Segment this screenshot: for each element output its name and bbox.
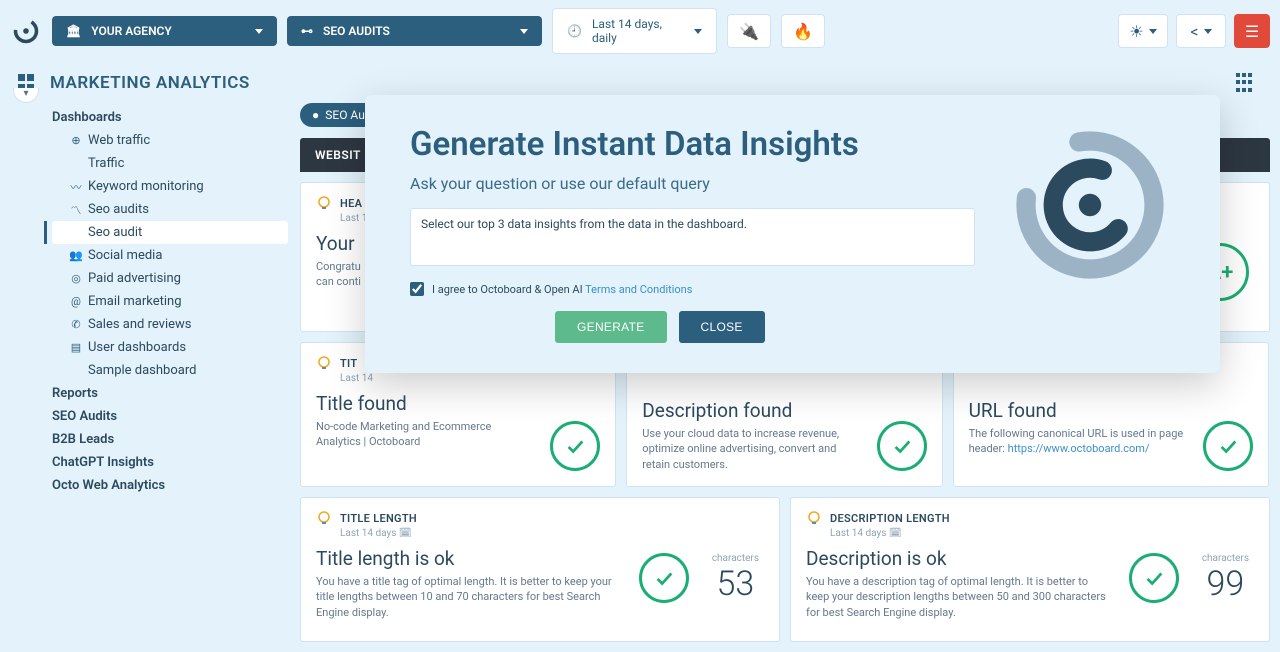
sidebar-head-octo-web[interactable]: Octo Web Analytics	[52, 474, 288, 497]
check-icon	[1129, 553, 1179, 603]
agency-dropdown[interactable]: 🏛 YOUR AGENCY	[52, 16, 277, 46]
daterange-dropdown[interactable]: 🕘 Last 14 days, daily	[552, 8, 717, 54]
card-date: Last 14 days 🗓	[806, 528, 1254, 539]
terms-link[interactable]: Terms and Conditions	[585, 283, 692, 296]
count-display: characters 99	[1202, 553, 1249, 604]
card-description-length: DESCRIPTION LENGTH Last 14 days 🗓 Descri…	[790, 497, 1270, 642]
character-count: 53	[712, 564, 759, 604]
header-right-group: ☀ < ☰	[1118, 14, 1270, 48]
chevron-down-icon	[1204, 29, 1212, 34]
sidebar-head-dashboards[interactable]: Dashboards	[52, 106, 288, 129]
card-body: No-code Marketing and Ecommerce Analytic…	[316, 419, 516, 450]
plug-icon: 🔌	[739, 22, 759, 41]
bulb-icon	[806, 510, 822, 526]
grid-icon[interactable]	[1236, 73, 1256, 93]
phone-icon: ✆	[70, 319, 82, 331]
sidebar-head-chatgpt[interactable]: ChatGPT Insights	[52, 451, 288, 474]
menu-button[interactable]: ☰	[1234, 14, 1270, 48]
agree-checkbox[interactable]	[410, 282, 424, 296]
at-icon: @	[70, 296, 82, 308]
app-logo	[10, 15, 42, 47]
chevron-down-icon	[520, 29, 528, 34]
agree-checkbox-label[interactable]: I agree to Octoboard & Open AI Terms and…	[410, 282, 975, 296]
chevron-down-icon	[694, 29, 702, 34]
sidebar-item-social[interactable]: 👥Social media	[52, 244, 288, 267]
chevron-down-icon	[1149, 29, 1157, 34]
flame-button[interactable]: 🔥	[781, 14, 825, 48]
card-date: Last 14 days 🗓	[316, 528, 764, 539]
card-body: You have a description tag of optimal le…	[806, 574, 1106, 620]
sidebar-item-sample[interactable]: Sample dashboard	[52, 359, 288, 382]
sidebar-item-seo-audit[interactable]: Seo audit	[52, 221, 288, 244]
top-header: 🏛 YOUR AGENCY ⊷ SEO AUDITS 🕘 Last 14 day…	[0, 0, 1280, 62]
check-icon	[1203, 421, 1253, 471]
burger-icon: ☰	[1245, 22, 1259, 41]
card-date: Last 14	[316, 373, 600, 384]
theme-dropdown[interactable]: ☀	[1118, 14, 1168, 48]
generate-button[interactable]: GENERATE	[555, 311, 667, 343]
card-heading: URL found	[969, 399, 1253, 422]
connector-icon: ⊷	[301, 24, 313, 38]
file-icon: ▤	[70, 342, 82, 354]
sidebar-item-keyword[interactable]: 〰Keyword monitoring	[52, 175, 288, 198]
workspace-dropdown[interactable]: ⊷ SEO AUDITS	[287, 16, 542, 46]
target-icon: ◎	[70, 273, 82, 285]
sidebar-head-reports[interactable]: Reports	[52, 382, 288, 405]
daterange-label: Last 14 days, daily	[592, 17, 684, 45]
bank-icon: 🏛	[66, 24, 81, 38]
bulb-icon	[316, 355, 332, 371]
canonical-url-link[interactable]: https://www.octoboard.com/	[1008, 442, 1150, 455]
card-heading: Title found	[316, 392, 600, 415]
card-body: Use your cloud data to increase revenue,…	[642, 426, 862, 472]
share-dropdown[interactable]: <	[1176, 14, 1226, 48]
card-body: You have a title tag of optimal length. …	[316, 574, 616, 620]
chevron-down-icon	[255, 29, 263, 34]
share-icon: <	[1190, 22, 1198, 41]
chart-icon: 〰	[70, 181, 82, 193]
globe-icon: ⊕	[70, 135, 82, 147]
plug-button[interactable]: 🔌	[727, 14, 771, 48]
card-heading: Description is ok	[806, 547, 1254, 570]
calendar-icon: 🗓	[399, 528, 412, 539]
agency-label: YOUR AGENCY	[91, 24, 172, 38]
check-icon	[877, 421, 927, 471]
card-title-length: TITLE LENGTH Last 14 days 🗓 Title length…	[300, 497, 780, 642]
pulse-icon: 〽	[70, 204, 82, 216]
sidebar-head-seo-audits[interactable]: SEO Audits	[52, 405, 288, 428]
people-icon: 👥	[70, 250, 82, 262]
modal-logo	[1005, 125, 1175, 343]
modal-subtitle: Ask your question or use our default que…	[410, 174, 975, 193]
calendar-icon: 🗓	[889, 528, 902, 539]
sun-icon: ☀	[1129, 22, 1143, 41]
sidebar-head-b2b[interactable]: B2B Leads	[52, 428, 288, 451]
sidebar-item-paid[interactable]: ◎Paid advertising	[52, 267, 288, 290]
close-button[interactable]: CLOSE	[679, 311, 765, 343]
sidebar-item-sales[interactable]: ✆Sales and reviews	[52, 313, 288, 336]
card-heading: Description found	[642, 399, 926, 422]
count-display: characters 53	[712, 553, 759, 604]
dot-icon: ●	[312, 108, 319, 122]
workspace-label: SEO AUDITS	[323, 24, 390, 38]
flame-icon: 🔥	[793, 22, 813, 41]
sidebar-item-email[interactable]: @Email marketing	[52, 290, 288, 313]
sidebar-item-web-traffic[interactable]: ⊕Web traffic	[52, 129, 288, 152]
sidebar-item-traffic[interactable]: Traffic	[52, 152, 288, 175]
section-title: MARKETING ANALYTICS	[50, 73, 250, 93]
clock-icon: 🕘	[567, 24, 582, 38]
query-input[interactable]	[410, 208, 975, 266]
check-icon	[639, 553, 689, 603]
character-count: 99	[1202, 564, 1249, 604]
sidebar-item-user-dash[interactable]: ▤User dashboards	[52, 336, 288, 359]
card-body: The following canonical URL is used in p…	[969, 426, 1189, 457]
insights-modal: Generate Instant Data Insights Ask your …	[365, 95, 1220, 373]
sidebar-item-seo-audits[interactable]: 〽Seo audits	[52, 198, 288, 221]
bulb-icon	[316, 195, 332, 211]
sidebar: Dashboards ⊕Web traffic Traffic 〰Keyword…	[0, 102, 300, 652]
card-heading: Title length is ok	[316, 547, 764, 570]
check-icon	[550, 421, 600, 471]
bulb-icon	[316, 510, 332, 526]
modal-title: Generate Instant Data Insights	[410, 125, 975, 164]
